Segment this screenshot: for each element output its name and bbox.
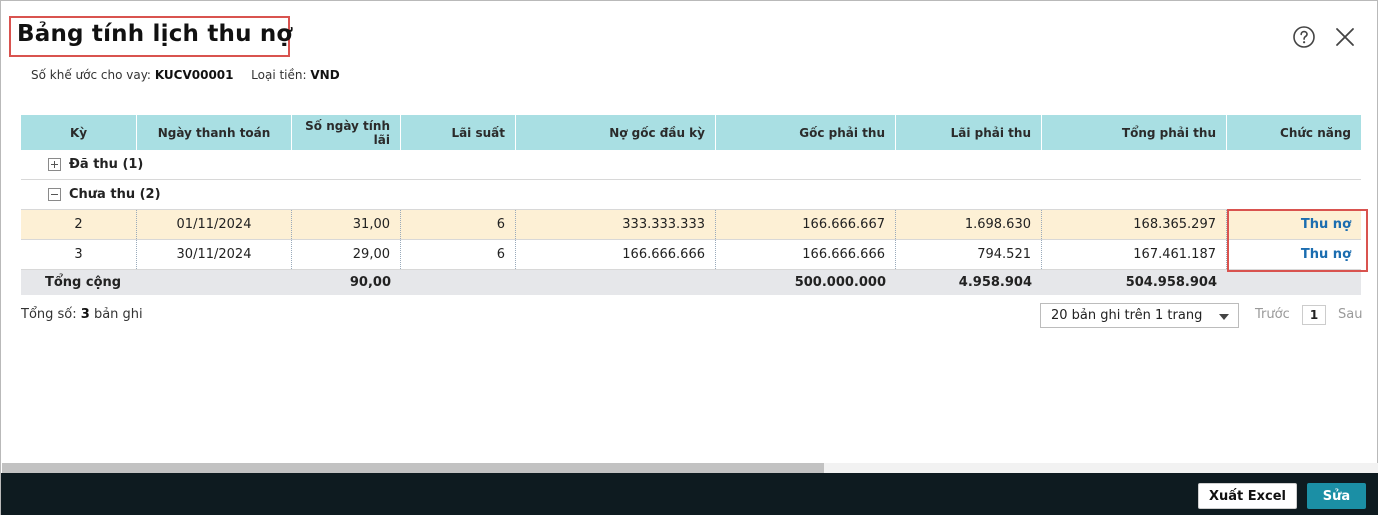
cell-interest-rate: 6 xyxy=(401,240,516,269)
cell-interest-due: 1.698.630 xyxy=(896,210,1042,239)
col-header-actions[interactable]: Chức năng xyxy=(1227,115,1361,150)
record-count-label: Tổng số: xyxy=(21,307,77,322)
cell-payment-date: 01/11/2024 xyxy=(137,210,292,239)
page-size-value: 20 bản ghi trên 1 trang xyxy=(1051,308,1203,323)
total-interest-due: 4.958.904 xyxy=(958,275,1032,290)
currency-label: Loại tiền: xyxy=(251,68,307,82)
edit-button[interactable]: Sửa xyxy=(1307,483,1366,509)
group-collected: Đã thu (1) xyxy=(21,150,1361,180)
currency-value: VND xyxy=(310,68,340,82)
total-label: Tổng cộng xyxy=(45,275,122,290)
cell-interest-rate: 6 xyxy=(401,210,516,239)
record-count-value: 3 xyxy=(80,307,90,322)
record-count: Tổng số: 3 bản ghi xyxy=(21,307,143,322)
dialog-title: Bảng tính lịch thu nợ xyxy=(17,21,293,47)
group-label-uncollected: Chưa thu (2) xyxy=(69,187,161,202)
cell-opening-principal: 166.666.666 xyxy=(516,240,716,269)
col-header-interest-days[interactable]: Số ngày tính lãi xyxy=(292,115,401,150)
page-size-select[interactable]: 20 bản ghi trên 1 trang xyxy=(1040,303,1239,328)
cell-total-due: 168.365.297 xyxy=(1042,210,1227,239)
contract-label: Số khế ước cho vay: xyxy=(31,68,151,82)
cell-actions: Thu nợ xyxy=(1227,210,1361,239)
next-page-button[interactable]: Sau xyxy=(1338,307,1362,322)
cell-principal-due: 166.666.666 xyxy=(716,240,896,269)
cell-interest-days: 29,00 xyxy=(292,240,401,269)
cell-interest-due: 794.521 xyxy=(896,240,1042,269)
cell-interest-days: 31,00 xyxy=(292,210,401,239)
col-header-ky[interactable]: Kỳ xyxy=(21,115,137,150)
table-header: Kỳ Ngày thanh toán Số ngày tính lãi Lãi … xyxy=(21,115,1361,150)
dialog-footer xyxy=(1,473,1378,515)
expand-plus-icon[interactable] xyxy=(48,158,61,171)
prev-page-button[interactable]: Trước xyxy=(1255,307,1290,322)
export-excel-button[interactable]: Xuất Excel xyxy=(1198,483,1297,509)
table-row[interactable]: 2 01/11/2024 31,00 6 333.333.333 166.666… xyxy=(21,210,1361,240)
close-icon[interactable] xyxy=(1333,25,1357,49)
group-label-collected: Đã thu (1) xyxy=(69,157,144,172)
cell-ky: 3 xyxy=(21,240,137,269)
group-uncollected: Chưa thu (2) xyxy=(21,180,1361,210)
total-interest-days: 90,00 xyxy=(349,275,391,290)
cell-total-due: 167.461.187 xyxy=(1042,240,1227,269)
record-count-suffix: bản ghi xyxy=(93,307,143,322)
total-principal-due: 500.000.000 xyxy=(794,275,886,290)
col-header-interest-rate[interactable]: Lãi suất xyxy=(401,115,516,150)
horizontal-scrollbar-thumb[interactable] xyxy=(2,463,824,473)
cell-opening-principal: 333.333.333 xyxy=(516,210,716,239)
cell-principal-due: 166.666.667 xyxy=(716,210,896,239)
page-number-button[interactable]: 1 xyxy=(1302,305,1326,325)
contract-info: Số khế ước cho vay: KUCV00001 Loại tiền:… xyxy=(31,68,340,82)
chevron-down-icon xyxy=(1219,314,1229,320)
col-header-principal-due[interactable]: Gốc phải thu xyxy=(716,115,896,150)
collapse-minus-icon[interactable] xyxy=(48,188,61,201)
col-header-total-due[interactable]: Tổng phải thu xyxy=(1042,115,1227,150)
debt-schedule-dialog: Bảng tính lịch thu nợ Số khế ước cho vay… xyxy=(0,0,1378,515)
help-icon[interactable] xyxy=(1292,25,1316,49)
cell-ky: 2 xyxy=(21,210,137,239)
contract-value: KUCV00001 xyxy=(154,68,234,82)
total-row: Tổng cộng 90,00 500.000.000 4.958.904 50… xyxy=(21,270,1361,295)
table-row[interactable]: 3 30/11/2024 29,00 6 166.666.666 166.666… xyxy=(21,240,1361,270)
col-header-payment-date[interactable]: Ngày thanh toán xyxy=(137,115,292,150)
total-total-due: 504.958.904 xyxy=(1125,275,1217,290)
cell-payment-date: 30/11/2024 xyxy=(137,240,292,269)
collect-debt-link[interactable]: Thu nợ xyxy=(1301,247,1351,262)
col-header-interest-due[interactable]: Lãi phải thu xyxy=(896,115,1042,150)
cell-actions: Thu nợ xyxy=(1227,240,1361,269)
collect-debt-link[interactable]: Thu nợ xyxy=(1301,217,1351,232)
col-header-opening-principal[interactable]: Nợ gốc đầu kỳ xyxy=(516,115,716,150)
